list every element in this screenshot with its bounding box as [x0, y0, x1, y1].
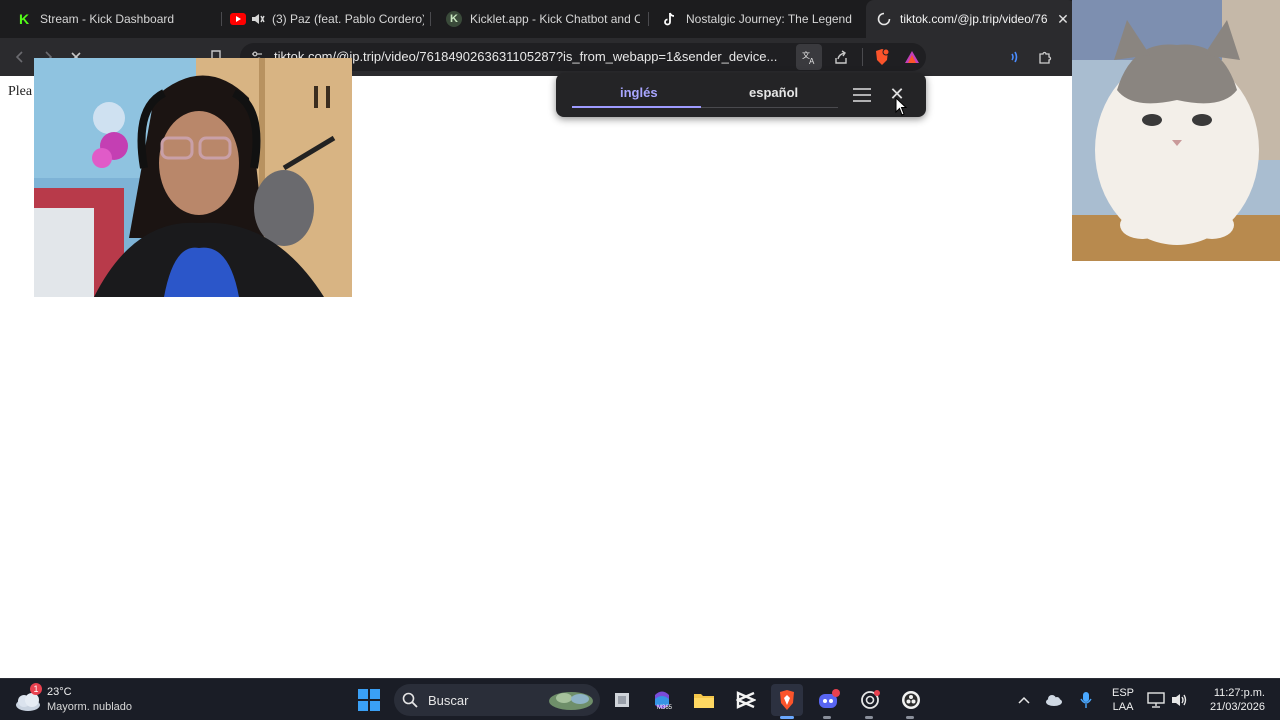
chevron-up-icon[interactable] [1010, 684, 1038, 716]
tab-nostalgic-journey[interactable]: Nostalgic Journey: The Legend of [656, 0, 852, 38]
kicklet-icon: K [446, 11, 462, 27]
weather-description: Mayorm. nublado [47, 701, 132, 713]
audio-playing-icon[interactable] [1004, 45, 1028, 69]
tab-baseline [701, 107, 838, 108]
translate-popup: inglés español ✕ [556, 73, 926, 117]
tab-separator [221, 12, 222, 26]
active-app-indicator [780, 716, 794, 719]
tab-kicklet[interactable]: K Kicklet.app - Kick Chatbot and Ov [440, 0, 640, 38]
volume-icon[interactable] [1166, 684, 1194, 716]
weather-temperature: 23°C [47, 686, 72, 698]
cat-video-overlay [1072, 0, 1280, 261]
mouse-cursor-icon [895, 96, 909, 117]
address-bar-actions: 文A [796, 43, 925, 71]
extensions-icon[interactable] [1033, 45, 1057, 69]
tiktok-icon [662, 11, 678, 27]
microphone-icon[interactable] [1072, 684, 1100, 716]
tab-separator [430, 12, 431, 26]
tab-title: Kicklet.app - Kick Chatbot and Ov [470, 12, 640, 26]
search-highlight-icon [548, 689, 594, 711]
brave-shields-icon[interactable] [869, 44, 895, 70]
tab-separator [648, 12, 649, 26]
brave-browser-icon[interactable] [771, 684, 803, 716]
kick-icon: K [16, 11, 32, 27]
weather-widget[interactable]: 1 23°C Mayorm. nublado [14, 683, 154, 717]
divider [862, 48, 863, 66]
clock-date: 21/03/2026 [1209, 701, 1265, 713]
tab-title: tiktok.com/@jp.trip/video/76 [900, 12, 1048, 26]
svg-text:A: A [809, 57, 815, 65]
windows-start-icon[interactable] [353, 684, 385, 716]
search-label: Buscar [428, 693, 469, 708]
tab-kick-dashboard[interactable]: K Stream - Kick Dashboard [8, 0, 218, 38]
muted-speaker-icon[interactable] [250, 11, 266, 27]
chatgpt-icon[interactable] [854, 684, 886, 716]
menu-icon[interactable] [850, 85, 874, 105]
tab-target-language[interactable]: español [749, 85, 798, 100]
task-view-icon[interactable] [606, 684, 638, 716]
clock-time: 11:27:p.m. [1213, 687, 1265, 699]
tab-title: (3) Paz (feat. Pablo Cordero) - [272, 12, 424, 26]
onedrive-icon[interactable] [1040, 684, 1068, 716]
tab-tiktok-active[interactable]: tiktok.com/@jp.trip/video/76 [866, 0, 1076, 38]
youtube-icon [230, 11, 246, 27]
loading-spinner-icon [876, 11, 892, 27]
input-language-indicator[interactable]: ESP LAA [1112, 686, 1134, 714]
obs-studio-icon[interactable] [895, 684, 927, 716]
search-icon [402, 692, 418, 713]
share-icon[interactable] [828, 44, 854, 70]
page-text: Plea [8, 84, 33, 99]
file-explorer-icon[interactable] [688, 684, 720, 716]
running-app-indicator [865, 716, 873, 719]
discord-icon[interactable] [813, 684, 845, 716]
selected-language-indicator [572, 106, 701, 108]
tab-title: Stream - Kick Dashboard [40, 12, 175, 26]
screen: K Stream - Kick Dashboard (3) Paz (feat.… [0, 0, 1280, 720]
svg-text:M365: M365 [657, 705, 673, 711]
webcam-overlay [34, 58, 352, 297]
tab-close-icon[interactable]: ✕ [1053, 9, 1073, 29]
keyboard-layout: LAA [1112, 701, 1134, 713]
taskbar-search-box[interactable]: Buscar [394, 684, 600, 716]
translate-icon[interactable]: 文A [796, 44, 822, 70]
capcut-icon[interactable] [730, 684, 762, 716]
windows-taskbar: 1 23°C Mayorm. nublado Buscar M365 ESP L… [0, 678, 1280, 720]
tab-youtube-paz[interactable]: (3) Paz (feat. Pablo Cordero) - [224, 0, 424, 38]
tab-title: Nostalgic Journey: The Legend of [686, 12, 852, 26]
running-app-indicator [823, 716, 831, 719]
microsoft-365-icon[interactable]: M365 [646, 684, 678, 716]
tab-source-language[interactable]: inglés [620, 85, 658, 100]
system-clock[interactable]: 11:27:p.m. 21/03/2026 [1203, 686, 1265, 714]
running-app-indicator [906, 716, 914, 719]
back-arrow-icon[interactable] [8, 45, 32, 69]
notification-badge: 1 [30, 683, 42, 695]
language-code: ESP [1112, 687, 1135, 699]
brave-rewards-icon[interactable] [899, 44, 925, 70]
